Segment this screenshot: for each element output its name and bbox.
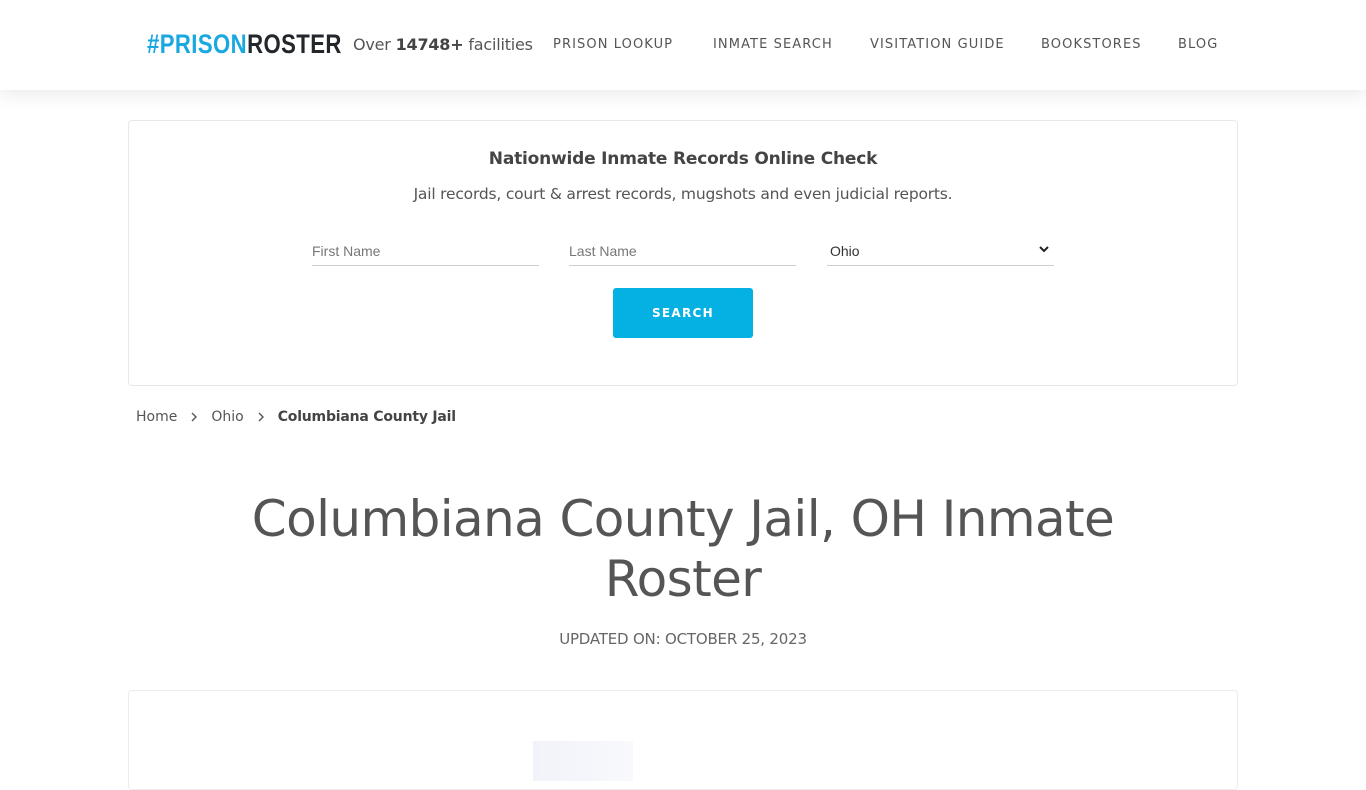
inmate-search-card: Nationwide Inmate Records Online Check J… [128,120,1238,386]
breadcrumb: Home Ohio Columbiana County Jail [136,408,456,426]
breadcrumb-home[interactable]: Home [136,408,177,426]
nav-visitation-guide[interactable]: VISITATION GUIDE [870,36,1005,54]
site-header: #PRISONROSTER Over 14748+ facilities PRI… [0,0,1366,90]
search-button[interactable]: SEARCH [613,288,753,338]
breadcrumb-current: Columbiana County Jail [277,409,456,425]
chevron-right-icon [258,412,264,422]
page-title: Columbiana County Jail, OH Inmate Roster [251,490,1115,608]
nav-inmate-search[interactable]: INMATE SEARCH [713,36,833,54]
facility-count: Over 14748+ facilities [353,34,533,56]
search-card-title: Nationwide Inmate Records Online Check [488,149,878,169]
search-card-subtitle: Jail records, court & arrest records, mu… [413,185,953,203]
state-select-wrap: Ohio [827,238,1054,266]
state-select[interactable]: Ohio [827,238,1054,264]
facility-count-number: 14748+ [395,35,464,54]
site-logo[interactable]: #PRISONROSTER [147,28,342,60]
nav-bookstores[interactable]: BOOKSTORES [1041,36,1142,54]
updated-date: UPDATED ON: OCTOBER 25, 2023 [559,630,807,648]
first-name-field-wrap [312,238,539,266]
chevron-right-icon [191,412,198,422]
nav-prison-lookup[interactable]: PRISON LOOKUP [553,36,673,54]
facility-info-card [128,690,1238,790]
facility-count-prefix: Over [353,35,391,54]
first-name-input[interactable] [312,238,539,264]
logo-hash-part: #PRISON [147,29,248,59]
last-name-input[interactable] [569,238,796,264]
last-name-field-wrap [569,238,796,266]
facility-image [533,741,633,781]
breadcrumb-state[interactable]: Ohio [211,408,243,426]
facility-count-suffix: facilities [468,35,533,54]
logo-dark-part: ROSTER [247,29,342,59]
nav-blog[interactable]: BLOG [1178,36,1218,54]
